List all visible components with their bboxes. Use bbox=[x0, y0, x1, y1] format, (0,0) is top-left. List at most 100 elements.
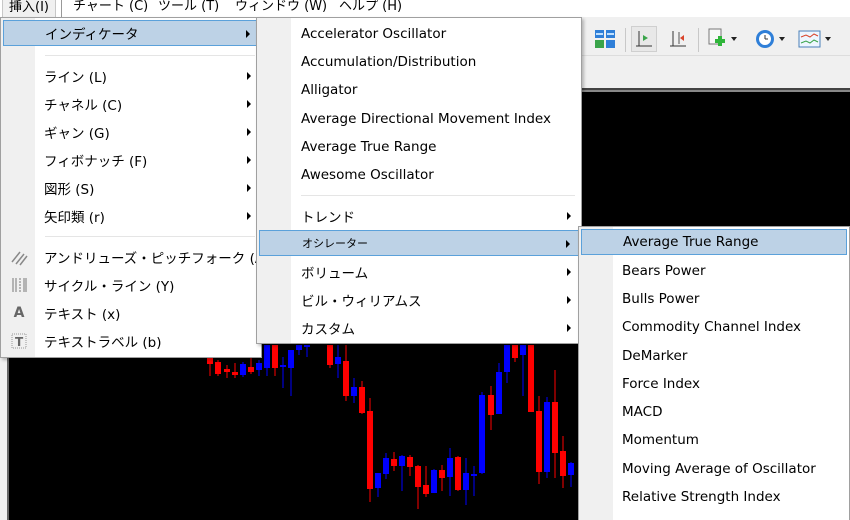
menu-item-bill-williams[interactable]: ビル・ウィリアムス bbox=[259, 287, 579, 313]
submenu-arrow-icon bbox=[566, 240, 570, 248]
menu-item-rsi[interactable]: Relative Strength Index bbox=[581, 484, 847, 510]
tile-windows-button[interactable] bbox=[594, 26, 616, 52]
menu-item-adx[interactable]: Average Directional Movement Index bbox=[259, 106, 579, 132]
menu-item-osma[interactable]: Moving Average of Oscillator bbox=[581, 456, 847, 482]
menu-item-momentum[interactable]: Momentum bbox=[581, 427, 847, 453]
menu-item-label: ライン (L) bbox=[44, 70, 107, 86]
bear-candle bbox=[455, 456, 461, 491]
bull-candle bbox=[463, 458, 469, 505]
menu-item-indicators[interactable]: インディケータ bbox=[3, 20, 259, 46]
submenu-arrow-icon bbox=[247, 72, 251, 80]
auto-scroll-icon bbox=[636, 31, 652, 47]
menu-item-shapes[interactable]: 図形 (S) bbox=[3, 175, 259, 201]
menu-divider bbox=[301, 195, 575, 196]
candle-body bbox=[399, 456, 405, 466]
menu-item-text-label[interactable]: T テキストラベル (b) bbox=[3, 328, 259, 354]
menu-item-lines[interactable]: ライン (L) bbox=[3, 63, 259, 89]
menu-item-trend[interactable]: トレンド bbox=[259, 203, 579, 229]
menu-item-label: Average True Range bbox=[301, 139, 437, 155]
bull-candle bbox=[431, 469, 437, 493]
menu-item-gann[interactable]: ギャン (G) bbox=[3, 119, 259, 145]
menu-item-channels[interactable]: チャネル (C) bbox=[3, 91, 259, 117]
new-order-icon bbox=[708, 28, 725, 46]
bull-candle bbox=[383, 453, 389, 479]
menu-item-label: カスタム bbox=[301, 322, 355, 338]
menu-item-text[interactable]: A テキスト (x) bbox=[3, 300, 259, 326]
tile-windows-icon bbox=[595, 30, 615, 48]
candle-body bbox=[351, 387, 357, 396]
menu-item-label: Momentum bbox=[622, 432, 699, 448]
menu-item-accelerator-oscillator[interactable]: Accelerator Oscillator bbox=[259, 21, 579, 47]
menu-item-bears-power[interactable]: Bears Power bbox=[581, 258, 847, 284]
menu-item-label: アンドリューズ・ピッチフォーク (A) bbox=[44, 251, 270, 267]
menu-item-label: Awesome Oscillator bbox=[301, 167, 434, 183]
menu-item-label: Average True Range bbox=[623, 234, 759, 250]
menu-item-demarker[interactable]: DeMarker bbox=[581, 343, 847, 369]
new-order-button[interactable] bbox=[706, 26, 737, 52]
menu-help[interactable]: ヘルプ (H) bbox=[333, 0, 408, 17]
menu-item-atr[interactable]: Average True Range bbox=[259, 134, 579, 160]
menu-item-andrews-pitchfork[interactable]: アンドリューズ・ピッチフォーク (A) bbox=[3, 244, 269, 270]
periods-button[interactable] bbox=[754, 26, 785, 52]
bear-candle bbox=[359, 381, 365, 414]
menu-divider bbox=[45, 55, 255, 56]
menu-item-label: フィボナッチ (F) bbox=[44, 154, 148, 170]
menu-item-custom[interactable]: カスタム bbox=[259, 315, 579, 341]
bull-candle bbox=[504, 345, 510, 383]
menu-item-volumes[interactable]: ボリューム bbox=[259, 259, 579, 285]
menu-chart[interactable]: チャート (C) bbox=[67, 0, 154, 17]
chart-shift-button[interactable] bbox=[668, 26, 688, 52]
candle-body bbox=[552, 402, 558, 453]
candle-body bbox=[288, 350, 294, 368]
menu-item-fibonacci[interactable]: フィボナッチ (F) bbox=[3, 147, 259, 173]
chevron-down-icon bbox=[779, 37, 785, 41]
insert-menu: インディケータ ライン (L) チャネル (C) ギャン (G) フィボナッチ … bbox=[0, 17, 269, 358]
menu-item-awesome-oscillator[interactable]: Awesome Oscillator bbox=[259, 162, 579, 188]
bull-candle bbox=[304, 345, 310, 357]
menu-item-macd[interactable]: MACD bbox=[581, 399, 847, 425]
candle-body bbox=[560, 451, 566, 476]
bull-candle bbox=[471, 466, 477, 496]
bear-candle bbox=[407, 455, 413, 476]
menu-item-accumulation-distribution[interactable]: Accumulation/Distribution bbox=[259, 49, 579, 75]
candle-body bbox=[272, 345, 278, 368]
candle-body bbox=[248, 367, 254, 372]
candle-body bbox=[343, 361, 349, 396]
menu-item-label: Average Directional Movement Index bbox=[301, 111, 551, 127]
candle-body bbox=[488, 395, 494, 415]
menu-tools[interactable]: ツール (T) bbox=[152, 0, 225, 17]
candle-body bbox=[256, 363, 262, 370]
candle-body bbox=[224, 369, 230, 372]
menu-item-cci[interactable]: Commodity Channel Index bbox=[581, 314, 847, 340]
bear-candle bbox=[391, 452, 397, 471]
menu-item-label: テキストラベル (b) bbox=[44, 335, 162, 351]
candle-body bbox=[496, 372, 502, 414]
candle-body bbox=[232, 372, 238, 375]
auto-scroll-button[interactable] bbox=[631, 26, 657, 52]
oscillators-menu: Average True Range Bears Power Bulls Pow… bbox=[578, 226, 850, 520]
toolbar-separator bbox=[625, 28, 626, 52]
menu-bar: 挿入(I) チャート (C) ツール (T) ウィンドウ (W) ヘルプ (H) bbox=[0, 0, 850, 17]
bull-candle bbox=[447, 448, 453, 496]
menu-item-arrows[interactable]: 矢印類 (r) bbox=[3, 203, 259, 229]
templates-button[interactable] bbox=[798, 26, 831, 52]
submenu-arrow-icon bbox=[247, 100, 251, 108]
candle-body bbox=[455, 457, 461, 490]
menu-window[interactable]: ウィンドウ (W) bbox=[229, 0, 333, 17]
menu-item-label: ボリューム bbox=[301, 266, 369, 282]
menu-item-force-index[interactable]: Force Index bbox=[581, 371, 847, 397]
menu-item-oscillators[interactable]: オシレーター bbox=[259, 230, 579, 256]
menu-item-cycle-lines[interactable]: サイクル・ライン (Y) bbox=[3, 272, 259, 298]
menu-item-alligator[interactable]: Alligator bbox=[259, 77, 579, 103]
menu-insert[interactable]: 挿入(I) bbox=[2, 0, 56, 17]
menu-item-label: インディケータ bbox=[45, 27, 139, 43]
menu-item-average-true-range[interactable]: Average True Range bbox=[581, 229, 847, 255]
cycle-lines-icon bbox=[9, 275, 29, 295]
candle-body bbox=[383, 458, 389, 474]
menu-item-label: Bulls Power bbox=[622, 291, 700, 307]
bear-candle bbox=[552, 370, 558, 478]
menu-item-label: Bears Power bbox=[622, 263, 706, 279]
menu-item-label: DeMarker bbox=[622, 348, 688, 364]
menu-item-bulls-power[interactable]: Bulls Power bbox=[581, 286, 847, 312]
bull-candle bbox=[568, 462, 574, 487]
